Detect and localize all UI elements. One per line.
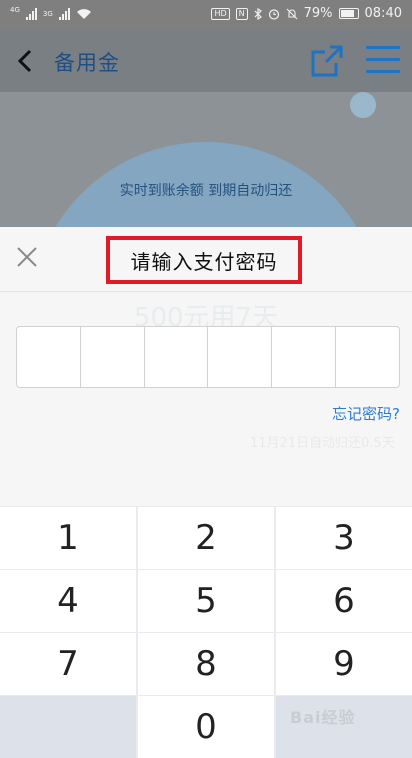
key-5[interactable]: 5	[138, 570, 274, 632]
status-bar: 4G 3G HD N 79% 08:40	[0, 0, 412, 30]
alarm-icon	[268, 8, 279, 20]
pin-input[interactable]	[16, 326, 400, 388]
battery-icon	[338, 8, 359, 19]
clock: 08:40	[364, 6, 402, 21]
ghost-text-small: 11月21日自动归还0.5天	[250, 436, 395, 451]
bluetooth-icon	[254, 7, 262, 20]
close-icon[interactable]	[14, 244, 40, 270]
pin-digit-box	[208, 327, 273, 387]
forgot-password-link[interactable]: 忘记密码?	[332, 403, 400, 424]
signal-2-label: 3G	[42, 9, 53, 18]
key-2[interactable]: 2	[138, 507, 274, 569]
title-highlight-box: 请输入支付密码	[106, 236, 302, 284]
background-caption: 实时到账余额 到期自动归还	[119, 183, 293, 199]
divider	[0, 291, 412, 292]
background-dot	[350, 92, 376, 118]
payment-password-sheet: 请输入支付密码 500元用7天 忘记密码? 11月21日自动归还0.5天	[0, 227, 412, 507]
key-blank-left	[0, 696, 136, 758]
app-header: 备用金	[0, 30, 412, 92]
pin-digit-box	[81, 327, 145, 387]
signal-bars-icon	[25, 7, 37, 20]
key-1[interactable]: 1	[0, 507, 136, 569]
watermark-logo: Bai经验	[290, 708, 356, 727]
key-9[interactable]: 9	[276, 633, 412, 695]
pin-digit-box	[145, 327, 209, 387]
key-8[interactable]: 8	[138, 633, 274, 695]
wifi-icon	[76, 8, 91, 19]
mute-bell-icon	[286, 8, 298, 19]
signal-1: 4G	[10, 6, 20, 14]
battery-percent: 79%	[303, 6, 333, 21]
pin-digit-box	[272, 327, 337, 387]
page-title: 备用金	[54, 51, 120, 75]
nfc-icon: N	[235, 7, 248, 20]
key-7[interactable]: 7	[0, 633, 136, 695]
key-4[interactable]: 4	[0, 570, 136, 632]
key-6[interactable]: 6	[276, 570, 412, 632]
pin-digit-box	[17, 327, 81, 387]
background-content: 实时到账余额 到期自动归还	[0, 92, 412, 227]
back-arrow-icon[interactable]	[12, 46, 42, 76]
signal-bars-icon	[58, 7, 70, 20]
share-icon[interactable]	[310, 44, 344, 78]
hd-badge: HD	[211, 7, 230, 20]
sheet-title: 请输入支付密码	[130, 249, 278, 274]
key-3[interactable]: 3	[276, 507, 412, 569]
key-0[interactable]: 0	[138, 696, 274, 758]
pin-digit-box	[336, 327, 399, 387]
menu-icon[interactable]	[366, 46, 400, 76]
